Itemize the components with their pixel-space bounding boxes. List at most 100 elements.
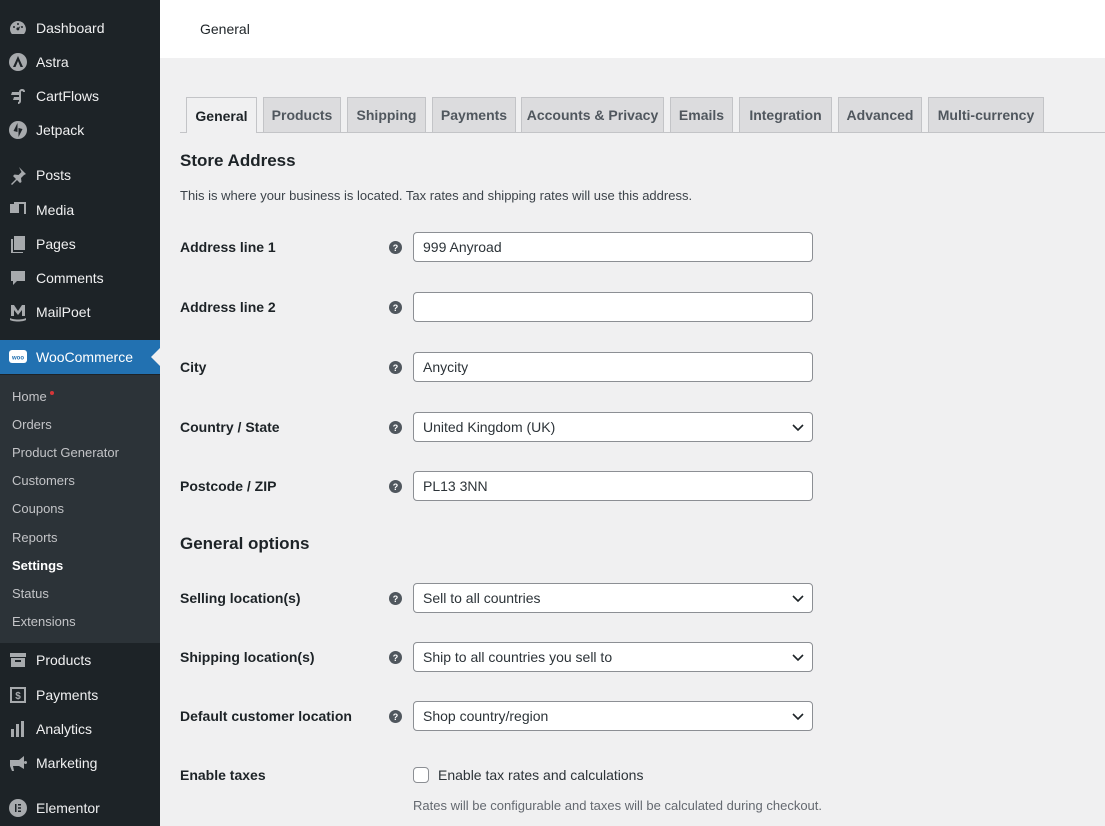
tab-emails[interactable]: Emails: [670, 97, 733, 132]
chevron-down-icon: [792, 654, 804, 662]
chevron-down-icon: [792, 713, 804, 721]
menu-label: Products: [36, 652, 92, 668]
tab-products[interactable]: Products: [263, 97, 341, 132]
help-icon[interactable]: ?: [389, 710, 402, 723]
menu-label: Analytics: [36, 721, 93, 737]
tab-accounts-privacy[interactable]: Accounts & Privacy: [521, 97, 664, 132]
page-title: General: [200, 21, 250, 37]
cartflows-icon: [0, 86, 36, 106]
help-icon[interactable]: ?: [389, 241, 402, 254]
general-options-heading: General options: [180, 534, 310, 553]
address1-label: Address line 1: [180, 239, 276, 255]
menu-label: Media: [36, 202, 75, 218]
tab-integration[interactable]: Integration: [739, 97, 832, 132]
submenu-item-orders[interactable]: Orders: [12, 417, 52, 432]
menu-item-dashboard[interactable]: Dashboard: [0, 11, 160, 45]
selling-locations-label: Selling location(s): [180, 590, 301, 606]
mailpoet-icon: [0, 302, 36, 322]
chevron-down-icon: [792, 424, 804, 432]
country-state-label: Country / State: [180, 419, 280, 435]
pages-icon: [0, 234, 36, 254]
submenu-item-reports[interactable]: Reports: [12, 530, 58, 545]
menu-label: MailPoet: [36, 304, 91, 320]
menu-label: Payments: [36, 687, 99, 703]
submenu-item-extensions[interactable]: Extensions: [12, 614, 76, 629]
dashboard-icon: [0, 18, 36, 38]
menu-item-products[interactable]: Products: [0, 643, 160, 677]
archive-icon: [0, 650, 36, 670]
postcode-input[interactable]: [413, 471, 813, 501]
enable-taxes-checkbox-label[interactable]: Enable tax rates and calculations: [438, 767, 643, 783]
menu-item-media[interactable]: Media: [0, 193, 160, 227]
shipping-locations-select[interactable]: Ship to all countries you sell to: [413, 642, 813, 672]
country-state-select[interactable]: United Kingdom (UK): [413, 412, 813, 442]
menu-label: Astra: [36, 54, 69, 70]
menu-item-cartflows[interactable]: CartFlows: [0, 79, 160, 113]
bar-chart-icon: [0, 719, 36, 739]
admin-sidebar: Dashboard Astra CartFlows Jetpack Posts …: [0, 0, 160, 826]
help-icon[interactable]: ?: [389, 592, 402, 605]
tab-shipping[interactable]: Shipping: [347, 97, 426, 132]
submenu-label: Home: [12, 389, 47, 404]
enable-taxes-checkbox[interactable]: [413, 767, 429, 783]
select-value: Shop country/region: [423, 708, 549, 724]
address2-input[interactable]: [413, 292, 813, 322]
menu-label: Dashboard: [36, 20, 105, 36]
notification-dot: [49, 391, 54, 395]
dollar-icon: $: [0, 685, 36, 705]
help-icon[interactable]: ?: [389, 301, 402, 314]
comment-icon: [0, 268, 36, 288]
submenu-item-product-generator[interactable]: Product Generator: [12, 445, 119, 460]
submenu-item-status[interactable]: Status: [12, 586, 49, 601]
menu-item-posts[interactable]: Posts: [0, 158, 160, 192]
help-icon[interactable]: ?: [389, 651, 402, 664]
help-icon[interactable]: ?: [389, 421, 402, 434]
select-value: Ship to all countries you sell to: [423, 649, 613, 665]
menu-label: Elementor: [36, 800, 100, 816]
default-customer-location-select[interactable]: Shop country/region: [413, 701, 813, 731]
pin-icon: [0, 165, 36, 185]
select-value: United Kingdom (UK): [423, 419, 556, 435]
submenu-item-home[interactable]: Home: [12, 389, 54, 404]
page-header: General: [160, 0, 1105, 58]
menu-item-pages[interactable]: Pages: [0, 227, 160, 261]
menu-label: Posts: [36, 167, 72, 183]
postcode-label: Postcode / ZIP: [180, 478, 277, 494]
city-input[interactable]: [413, 352, 813, 382]
selling-locations-select[interactable]: Sell to all countries: [413, 583, 813, 613]
menu-label: Comments: [36, 270, 104, 286]
help-icon[interactable]: ?: [389, 480, 402, 493]
help-icon[interactable]: ?: [389, 361, 402, 374]
menu-label: Pages: [36, 236, 76, 252]
menu-item-astra[interactable]: Astra: [0, 45, 160, 79]
menu-item-woocommerce[interactable]: woo WooCommerce: [0, 340, 160, 374]
enable-taxes-description: Rates will be configurable and taxes wil…: [413, 798, 823, 813]
select-value: Sell to all countries: [423, 590, 541, 606]
astra-icon: [0, 52, 36, 72]
submenu-item-settings[interactable]: Settings: [12, 558, 63, 573]
tab-multi-currency[interactable]: Multi-currency: [928, 97, 1044, 132]
submenu-item-coupons[interactable]: Coupons: [12, 501, 64, 516]
menu-item-jetpack[interactable]: Jetpack: [0, 113, 160, 147]
default-customer-location-label: Default customer location: [180, 708, 352, 724]
menu-item-analytics[interactable]: Analytics: [0, 712, 160, 746]
submenu-item-customers[interactable]: Customers: [12, 473, 75, 488]
tab-advanced[interactable]: Advanced: [838, 97, 922, 132]
menu-item-elementor[interactable]: Elementor: [0, 791, 160, 825]
menu-item-payments[interactable]: $ Payments: [0, 678, 160, 712]
store-address-heading: Store Address: [180, 151, 296, 170]
active-arrow: [151, 348, 160, 366]
menu-label: Marketing: [36, 755, 98, 771]
woocommerce-submenu: Home Orders Product Generator Customers …: [0, 375, 160, 643]
elementor-icon: [0, 798, 36, 818]
svg-text:woo: woo: [11, 356, 24, 362]
enable-taxes-label: Enable taxes: [180, 767, 266, 783]
tab-payments[interactable]: Payments: [432, 97, 516, 132]
woo-icon: woo: [0, 347, 36, 367]
address1-input[interactable]: [413, 232, 813, 262]
menu-item-mailpoet[interactable]: MailPoet: [0, 295, 160, 329]
menu-item-marketing[interactable]: Marketing: [0, 746, 160, 780]
tab-general[interactable]: General: [186, 97, 257, 133]
menu-label: WooCommerce: [36, 349, 133, 365]
menu-item-comments[interactable]: Comments: [0, 261, 160, 295]
